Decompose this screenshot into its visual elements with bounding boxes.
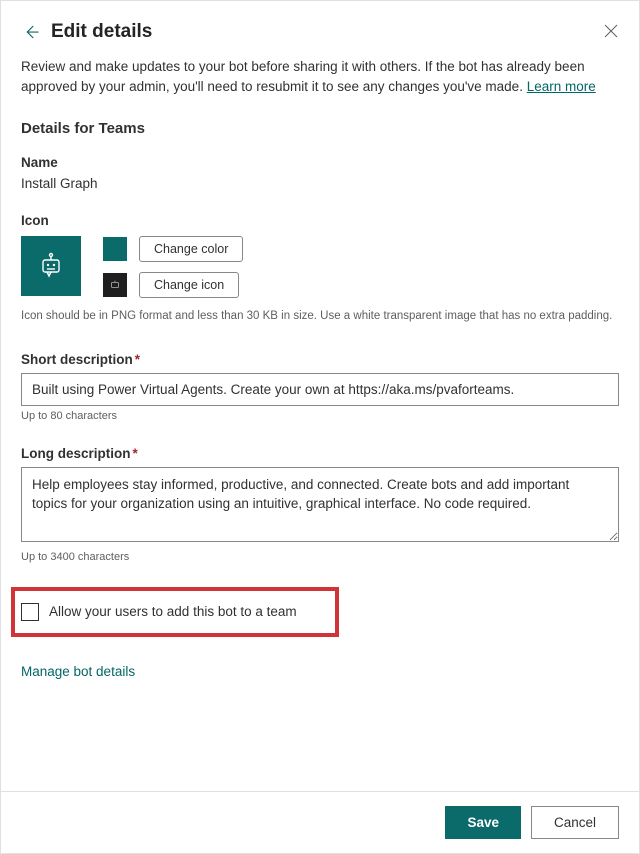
change-color-button[interactable]: Change color	[139, 236, 243, 262]
short-desc-input[interactable]	[21, 373, 619, 406]
long-desc-input[interactable]	[21, 467, 619, 542]
color-swatch	[103, 237, 127, 261]
long-desc-hint: Up to 3400 characters	[21, 551, 619, 563]
page-title: Edit details	[51, 21, 152, 43]
name-label: Name	[21, 155, 619, 170]
allow-team-label: Allow your users to add this bot to a te…	[49, 604, 297, 619]
footer: Save Cancel	[1, 791, 639, 853]
cancel-button[interactable]: Cancel	[531, 806, 619, 839]
icon-hint: Icon should be in PNG format and less th…	[21, 308, 619, 324]
learn-more-link[interactable]: Learn more	[527, 79, 596, 94]
intro-body: Review and make updates to your bot befo…	[21, 59, 585, 94]
back-arrow-icon[interactable]	[21, 22, 41, 42]
short-desc-label: Short description*	[21, 352, 619, 367]
icon-swatch	[103, 273, 127, 297]
intro-text: Review and make updates to your bot befo…	[21, 57, 619, 96]
long-desc-label: Long description*	[21, 446, 619, 461]
allow-team-checkbox[interactable]	[21, 603, 39, 621]
save-button[interactable]: Save	[445, 806, 521, 839]
name-value: Install Graph	[21, 176, 619, 191]
change-icon-button[interactable]: Change icon	[139, 272, 239, 298]
bot-icon-preview	[21, 236, 81, 296]
short-desc-hint: Up to 80 characters	[21, 410, 619, 422]
icon-label: Icon	[21, 213, 619, 228]
close-icon[interactable]	[603, 23, 619, 39]
manage-bot-details-link[interactable]: Manage bot details	[21, 664, 135, 679]
highlight-annotation: Allow your users to add this bot to a te…	[11, 587, 339, 637]
section-heading: Details for Teams	[21, 120, 619, 137]
